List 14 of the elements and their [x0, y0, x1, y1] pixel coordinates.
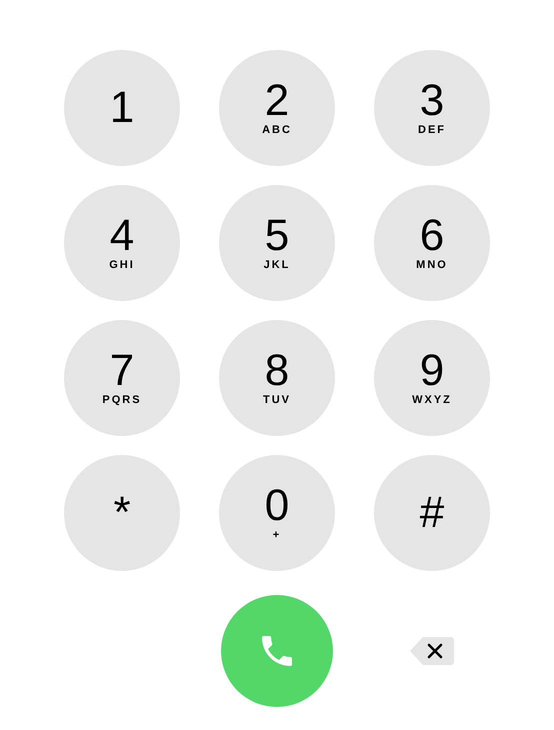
- dial-key[interactable]: 6 MNO: [374, 185, 490, 301]
- dial-key[interactable]: 3 DEF: [374, 50, 490, 166]
- dial-key[interactable]: 5 JKL: [219, 185, 335, 301]
- dial-key[interactable]: 7 PQRS: [64, 320, 180, 436]
- dial-key[interactable]: 1: [64, 50, 180, 166]
- dial-key[interactable]: 0 +: [219, 455, 335, 571]
- dial-key[interactable]: 2 ABC: [219, 50, 335, 166]
- dial-key[interactable]: 4 GHI: [64, 185, 180, 301]
- delete-button[interactable]: [409, 635, 455, 667]
- backspace-icon: [409, 635, 455, 667]
- dial-key[interactable]: *: [64, 455, 180, 571]
- dial-key[interactable]: 8 TUV: [219, 320, 335, 436]
- dial-key[interactable]: 9 WXYZ: [374, 320, 490, 436]
- dial-key[interactable]: #: [374, 455, 490, 571]
